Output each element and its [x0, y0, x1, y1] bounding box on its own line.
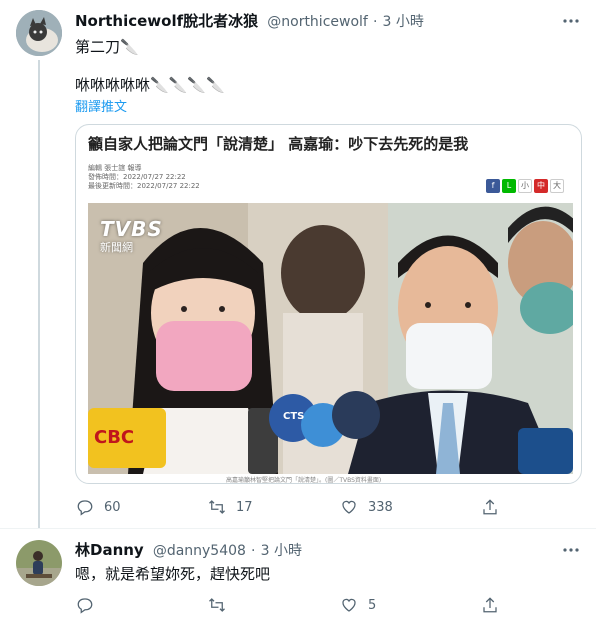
separator: ·: [372, 14, 378, 30]
font-size-medium-button[interactable]: 中: [534, 179, 548, 193]
byline-published: 發佈時間：2022/07/27 22:22: [88, 173, 186, 181]
avatar[interactable]: [16, 10, 62, 56]
font-size-large-button[interactable]: 大: [550, 179, 564, 193]
tvbs-logo: TVBS 新聞網: [100, 217, 163, 255]
card-bylines: 編輯 張士誼 報導 發佈時間：2022/07/27 22:22 最後更新時間：2…: [88, 164, 200, 191]
media-card[interactable]: 籲自家人把論文門「說清楚」 高嘉瑜：吵下去先死的是我 編輯 張士誼 報導 發佈時…: [75, 124, 582, 484]
photo-caption: 高嘉瑜籲林智堅把論文門「說清楚」。(圖／TVBS資料畫面): [226, 477, 382, 484]
heart-icon: [342, 500, 356, 514]
retweet-icon: [209, 500, 225, 514]
facebook-icon[interactable]: f: [486, 179, 500, 193]
font-size-small-button[interactable]: 小: [518, 179, 532, 193]
reply-icon: [77, 598, 93, 614]
handle[interactable]: @danny5408: [153, 543, 246, 559]
reply-button[interactable]: 60: [76, 498, 121, 516]
tweet-1[interactable]: Northicewolf脫北者冰狼 @northicewolf · 3 小時 第…: [0, 0, 596, 528]
heart-icon: [342, 598, 356, 612]
retweet-button[interactable]: [208, 596, 236, 614]
timestamp[interactable]: 3 小時: [382, 14, 423, 30]
tvbs-logo-text: TVBS: [100, 217, 163, 241]
share-icon: [483, 597, 497, 613]
news-photo: TVBS 新聞網 CBC CTS: [88, 203, 573, 474]
byline-updated: 最後更新時間：2022/07/27 22:22: [88, 182, 200, 190]
separator: ·: [251, 543, 256, 559]
more-icon[interactable]: [562, 541, 580, 563]
mic-cts-label: CTS: [283, 411, 305, 422]
mic-cbc-label: CBC: [94, 427, 135, 448]
share-icon: [483, 499, 497, 515]
retweet-count: 17: [236, 499, 253, 515]
display-name[interactable]: 林Danny: [75, 541, 144, 559]
tweet-text-line-2: 咻咻咻咻咻🔪🔪🔪🔪: [75, 76, 225, 94]
tweet-text: 嗯，就是希望妳死，趕快死吧: [75, 565, 271, 583]
retweet-icon: [209, 598, 225, 612]
reply-button[interactable]: [76, 596, 104, 614]
display-name[interactable]: Northicewolf脫北者冰狼: [75, 12, 258, 30]
avatar-cat-image: [16, 10, 62, 56]
tweet-text-line-1: 第二刀🔪: [75, 38, 139, 56]
share-button[interactable]: [481, 498, 499, 516]
card-share-bar: f L 小 中 大: [486, 179, 564, 193]
tweet-2[interactable]: 林Danny @danny5408 · 3 小時 嗯，就是希望妳死，趕快死吧 5: [0, 529, 596, 630]
reply-count: 60: [104, 499, 121, 515]
handle[interactable]: @northicewolf: [267, 14, 368, 30]
tvbs-logo-subtext: 新聞網: [100, 241, 133, 254]
like-button[interactable]: 338: [340, 498, 393, 516]
like-count: 338: [368, 499, 393, 515]
thread-line: [38, 60, 40, 528]
translate-link[interactable]: 翻譯推文: [75, 96, 127, 115]
avatar-person-image: [16, 540, 62, 586]
timestamp[interactable]: 3 小時: [261, 543, 302, 559]
more-icon[interactable]: [562, 12, 580, 34]
tweet-header: 林Danny @danny5408 · 3 小時: [75, 539, 302, 560]
tweet-header: Northicewolf脫北者冰狼 @northicewolf · 3 小時: [75, 10, 424, 31]
reply-icon: [77, 500, 93, 516]
avatar[interactable]: [16, 540, 62, 586]
card-headline: 籲自家人把論文門「說清楚」 高嘉瑜：吵下去先死的是我: [88, 135, 469, 153]
share-button[interactable]: [481, 596, 499, 614]
byline-editor: 編輯 張士誼 報導: [88, 164, 142, 172]
like-button[interactable]: 5: [340, 596, 376, 614]
retweet-button[interactable]: 17: [208, 498, 253, 516]
line-icon[interactable]: L: [502, 179, 516, 193]
like-count: 5: [368, 597, 377, 613]
